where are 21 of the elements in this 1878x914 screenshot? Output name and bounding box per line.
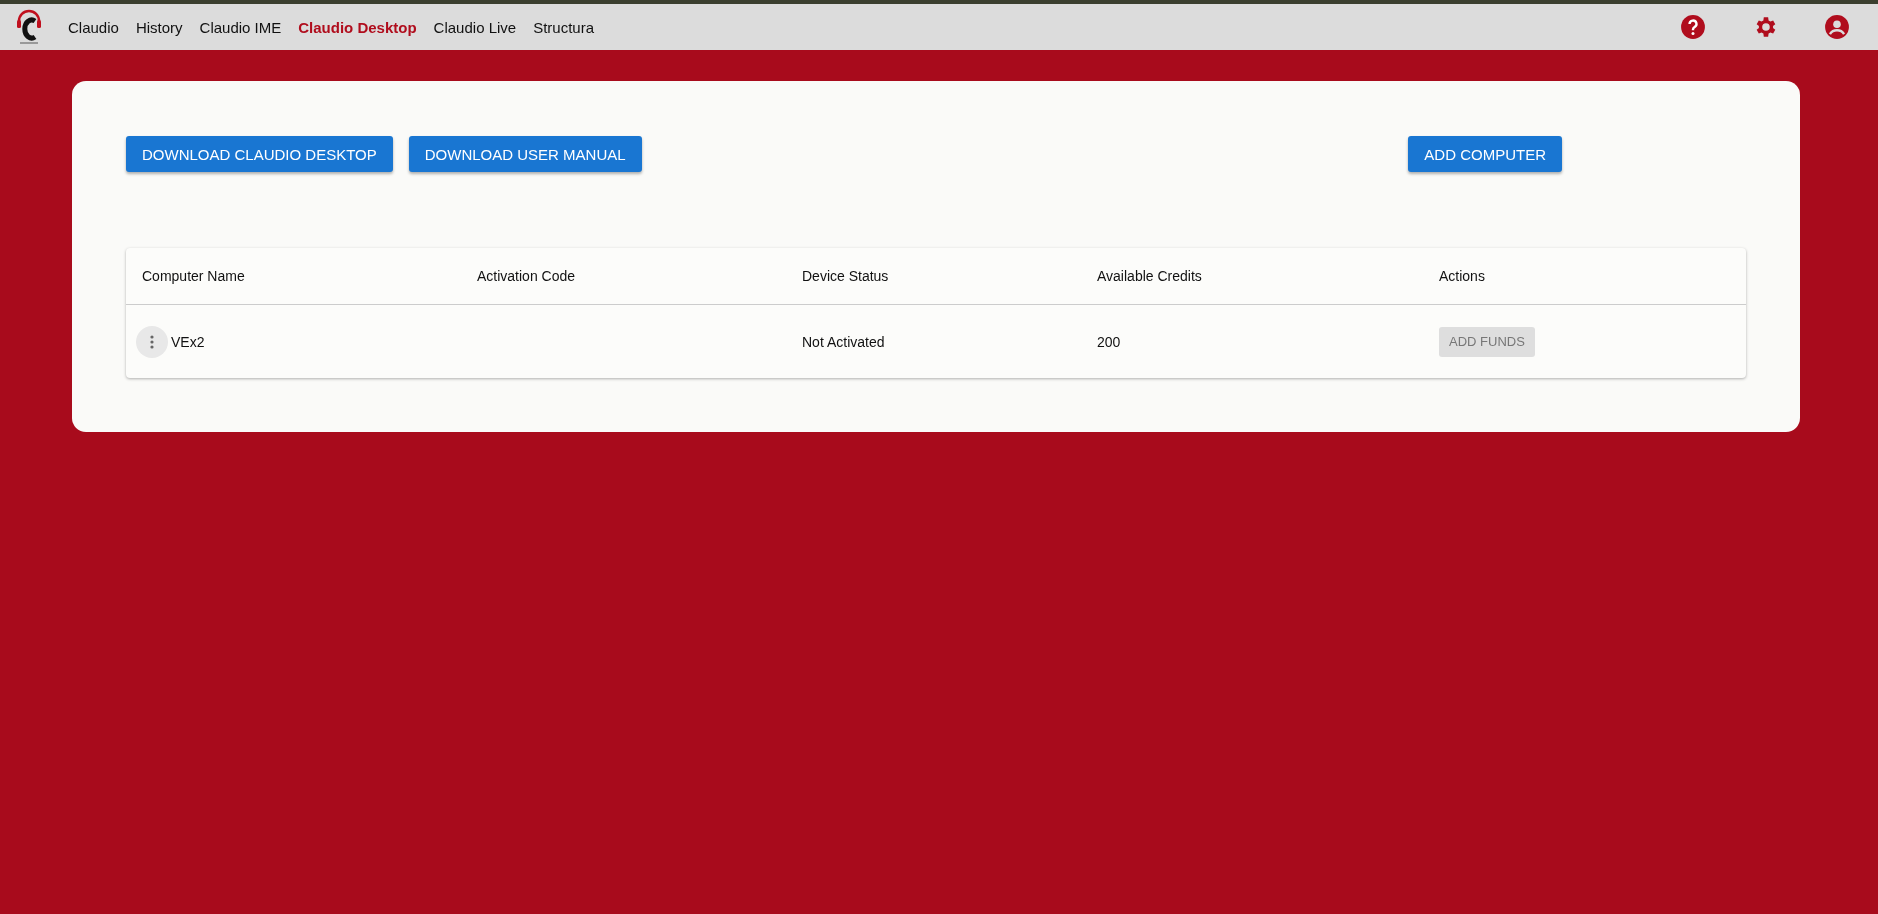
download-button[interactable]: DOWNLOAD USER MANUAL — [408, 136, 642, 172]
column-header: Actions — [1439, 268, 1486, 284]
help-icon[interactable] — [1680, 14, 1706, 40]
nav-link[interactable]: Claudio Live — [433, 18, 517, 36]
nav-link[interactable]: Claudio IME — [199, 18, 282, 36]
column-header: Available Credits — [1097, 268, 1203, 284]
nav-link[interactable]: Structura — [533, 18, 595, 36]
table-cell: VEx2 — [171, 333, 205, 350]
account-icon[interactable] — [1824, 14, 1850, 40]
table-cell-text: 200 — [1097, 333, 1122, 350]
column-header: Device Status — [802, 268, 890, 284]
column-header: Activation Code — [477, 268, 577, 284]
add-computer-button[interactable]: ADD COMPUTER — [1408, 136, 1562, 172]
nav-link[interactable]: History — [135, 18, 183, 36]
nav-link[interactable]: Claudio Desktop — [298, 18, 417, 36]
table-cell-text: Not Activated — [802, 333, 886, 350]
nav-link[interactable]: Claudio — [68, 18, 119, 36]
logo-icon[interactable] — [14, 7, 44, 47]
download-button[interactable]: DOWNLOAD CLAUDIO DESKTOP — [126, 136, 393, 172]
column-header: Computer Name — [142, 268, 246, 284]
more-vertical-icon — [150, 334, 154, 349]
